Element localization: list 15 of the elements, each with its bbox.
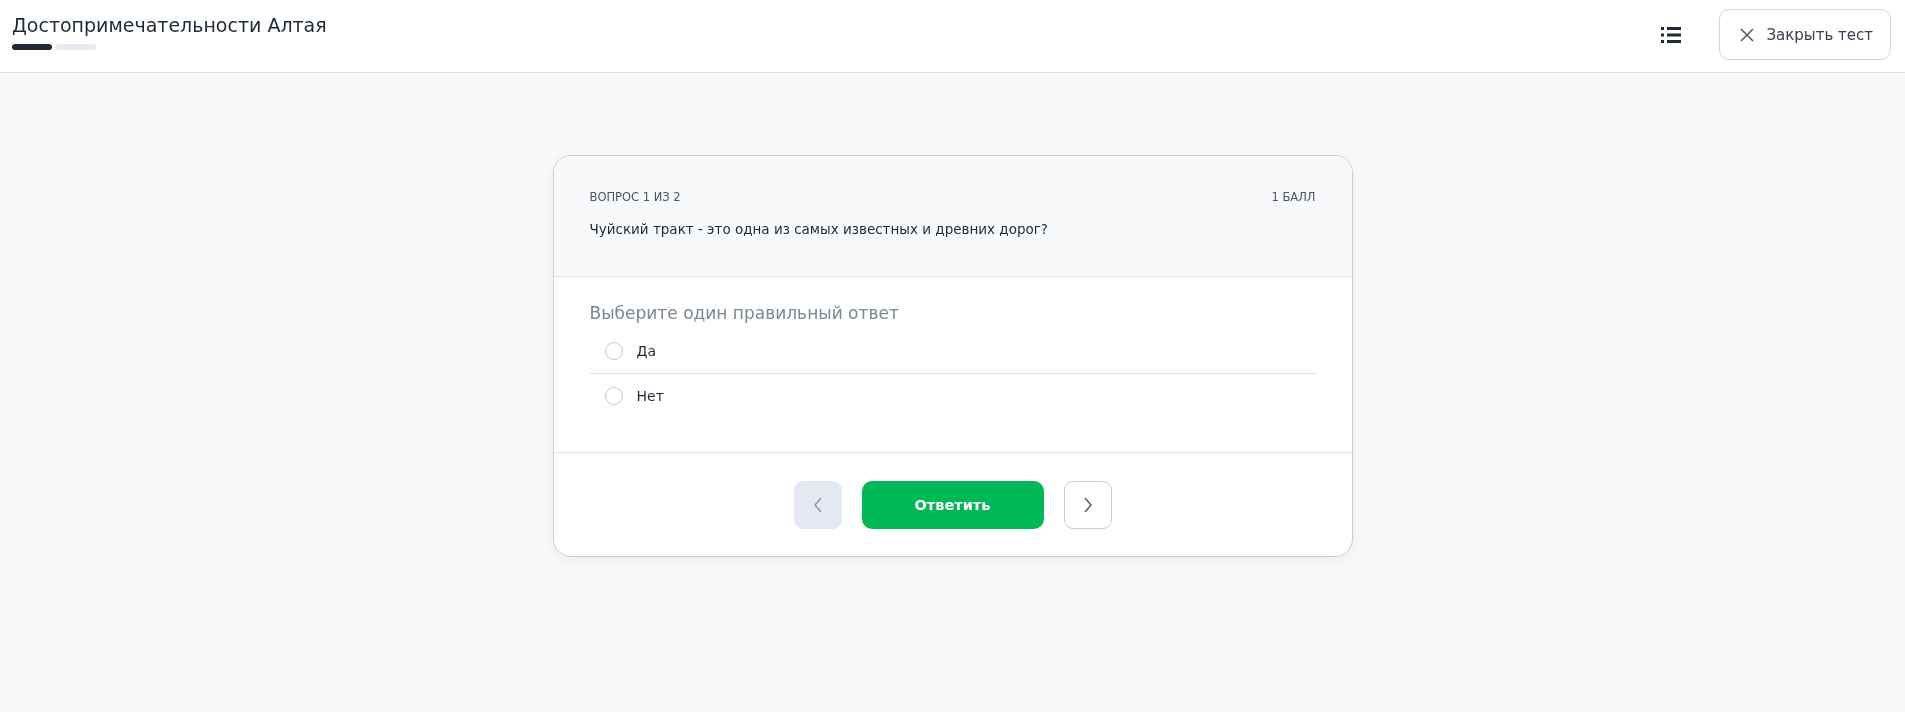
question-counter: ВОПРОС 1 ИЗ 2 — [589, 190, 681, 204]
close-test-button[interactable]: Закрыть тест — [1719, 9, 1891, 60]
instruction-text: Выберите один правильный ответ — [589, 303, 900, 323]
close-icon — [1740, 27, 1755, 42]
option-label[interactable]: Да — [636, 343, 657, 359]
next-button[interactable] — [1063, 480, 1112, 529]
option-label[interactable]: Нет — [636, 388, 664, 404]
chevron-right-icon — [1082, 496, 1093, 513]
chevron-left-icon — [812, 496, 823, 513]
list-icon[interactable] — [1661, 26, 1682, 43]
radio-button[interactable] — [604, 342, 623, 360]
test-title: Достопримечательности Алтая — [12, 14, 327, 36]
question-text: Чуйский тракт - это одна из самых известных и древних дорог? — [589, 221, 1050, 237]
radio-button[interactable] — [604, 387, 623, 405]
question-points: 1 БАЛЛ — [1271, 190, 1316, 204]
